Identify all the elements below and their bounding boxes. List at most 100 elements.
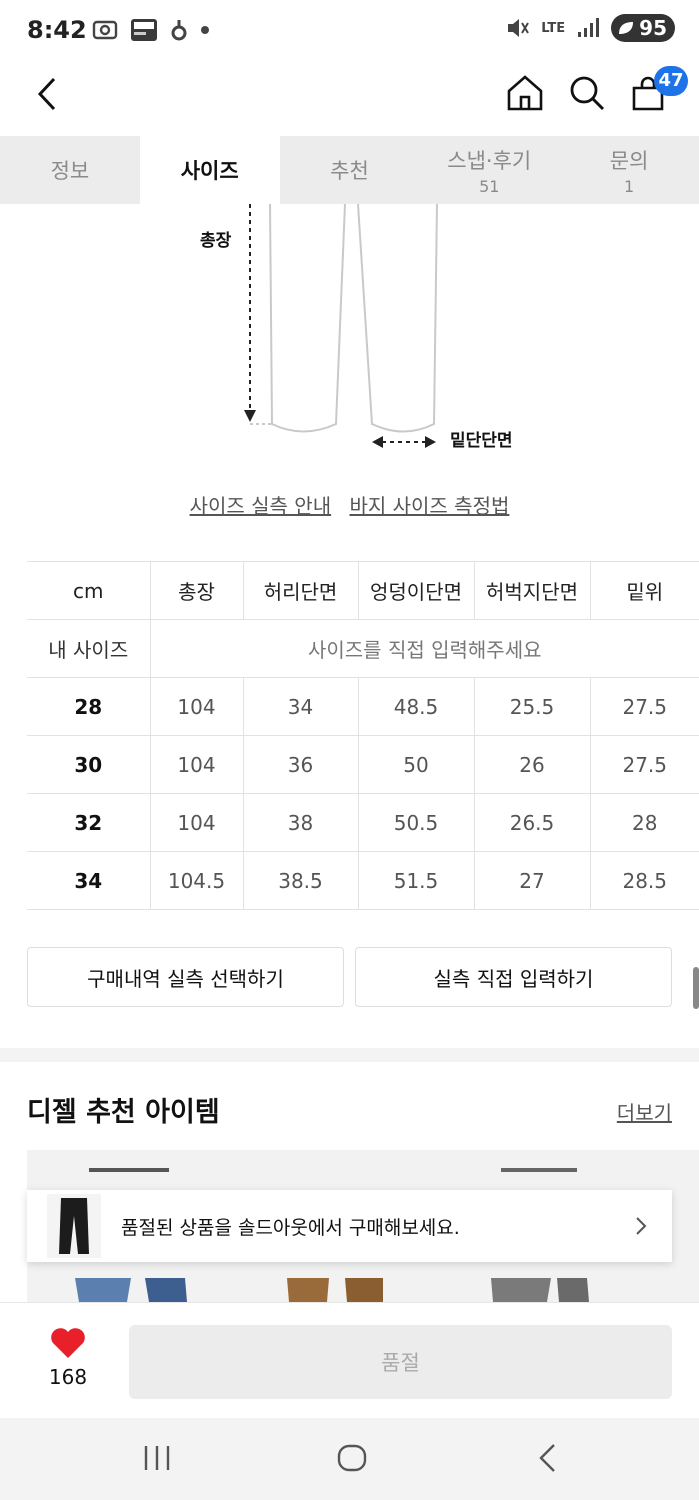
home-nav-icon — [337, 1444, 367, 1472]
tab-label: 스냅·후기 — [447, 148, 532, 173]
tab-count: 1 — [623, 176, 635, 196]
sync-icon — [171, 20, 187, 41]
section-divider — [0, 1048, 699, 1062]
value-cell: 38.5 — [243, 851, 359, 910]
network-type: LTE — [541, 20, 566, 36]
home-nav-button[interactable] — [336, 1442, 368, 1478]
signal-icon — [578, 18, 600, 37]
pants-thumbnail-icon — [47, 1194, 101, 1258]
status-left-icons — [92, 18, 210, 42]
recommend-more-link[interactable]: 더보기 — [617, 1097, 672, 1126]
my-size-label: 내 사이즈 — [27, 619, 151, 678]
table-row: 34 104.5 38.5 51.5 27 28.5 — [27, 851, 699, 910]
purchase-bar: 168 품절 — [0, 1302, 699, 1418]
recent-apps-button[interactable] — [142, 1442, 172, 1478]
screenshot-icon — [92, 20, 118, 40]
size-diagram: 총장 밑단단면 — [0, 204, 699, 474]
leaf-icon — [619, 22, 634, 34]
hem-label: 밑단단면 — [450, 431, 513, 451]
value-cell: 28.5 — [590, 851, 699, 910]
system-nav-bar — [0, 1418, 699, 1500]
value-cell: 104.5 — [150, 851, 244, 910]
measure-guide-link[interactable]: 바지 사이즈 측정법 — [349, 494, 509, 518]
value-cell: 51.5 — [358, 851, 475, 910]
tab-size[interactable]: 사이즈 — [139, 136, 280, 204]
back-icon — [37, 77, 56, 111]
table-header: cm — [27, 561, 151, 620]
back-nav-icon — [539, 1444, 555, 1472]
soldout-banner-text: 품절된 상품을 솔드아웃에서 구매해보세요. — [121, 1216, 460, 1239]
table-header: 엉덩이단면 — [358, 561, 475, 620]
value-cell: 34 — [243, 677, 359, 736]
tab-count: 51 — [479, 176, 500, 196]
purchase-history-measure-button[interactable]: 구매내역 실측 선택하기 — [27, 947, 344, 1007]
table-header-row: cm 총장 허리단면 엉덩이단면 허벅지단면 밑위 — [27, 561, 699, 620]
table-row: 30 104 36 50 26 27.5 — [27, 735, 699, 794]
app-notification-icon — [131, 19, 157, 41]
pants-diagram-illustration — [244, 204, 438, 448]
status-time: 8:42 — [27, 16, 87, 44]
status-right-icons: LTE 95 — [505, 14, 675, 42]
heart-icon — [51, 1328, 85, 1358]
value-cell: 26.5 — [474, 793, 591, 852]
table-header: 총장 — [150, 561, 244, 620]
app-header: 47 — [0, 62, 699, 136]
dot-icon — [201, 26, 209, 34]
tab-inquiry[interactable]: 문의 1 — [559, 136, 699, 204]
product-tabs: 정보 사이즈 추천 스냅·후기 51 문의 1 — [0, 136, 699, 204]
tab-snap-review[interactable]: 스냅·후기 51 — [419, 136, 559, 204]
my-size-row[interactable]: 내 사이즈 사이즈를 직접 입력해주세요 — [27, 619, 699, 678]
value-cell: 36 — [243, 735, 359, 794]
value-cell: 104 — [150, 677, 244, 736]
tab-info[interactable]: 정보 — [0, 136, 140, 204]
length-label: 총장 — [200, 231, 232, 251]
size-cell: 30 — [27, 735, 151, 794]
tab-label: 사이즈 — [180, 159, 239, 183]
like-count: 168 — [48, 1365, 88, 1389]
scrollbar-thumb[interactable] — [693, 967, 699, 1009]
value-cell: 28 — [590, 793, 699, 852]
table-header: 밑위 — [590, 561, 699, 620]
sold-out-button[interactable]: 품절 — [129, 1325, 672, 1399]
status-bar: 8:42 LTE 95 — [0, 0, 699, 62]
value-cell: 48.5 — [358, 677, 475, 736]
size-guide-links: 사이즈 실측 안내 바지 사이즈 측정법 — [0, 490, 699, 519]
value-cell: 26 — [474, 735, 591, 794]
value-cell: 38 — [243, 793, 359, 852]
table-header: 허리단면 — [243, 561, 359, 620]
tab-label: 문의 — [609, 148, 649, 173]
size-actions: 구매내역 실측 선택하기 실측 직접 입력하기 — [27, 947, 672, 1007]
my-size-input-prompt[interactable]: 사이즈를 직접 입력해주세요 — [150, 619, 699, 678]
cart-button[interactable]: 47 — [630, 66, 688, 116]
direct-measure-input-button[interactable]: 실측 직접 입력하기 — [355, 947, 672, 1007]
table-row: 32 104 38 50.5 26.5 28 — [27, 793, 699, 852]
back-nav-button[interactable] — [536, 1442, 560, 1478]
search-icon — [570, 76, 605, 111]
value-cell: 50 — [358, 735, 475, 794]
chevron-right-icon — [636, 1217, 647, 1235]
battery-indicator: 95 — [611, 14, 675, 42]
home-button[interactable] — [506, 74, 544, 116]
search-button[interactable] — [568, 74, 606, 116]
recent-apps-icon — [144, 1446, 170, 1470]
soldout-banner[interactable]: 품절된 상품을 솔드아웃에서 구매해보세요. — [27, 1190, 672, 1262]
mute-icon — [508, 19, 530, 37]
size-guide-link[interactable]: 사이즈 실측 안내 — [190, 494, 332, 518]
value-cell: 27.5 — [590, 677, 699, 736]
size-cell: 28 — [27, 677, 151, 736]
cart-count-badge: 47 — [654, 66, 688, 96]
value-cell: 50.5 — [358, 793, 475, 852]
value-cell: 104 — [150, 735, 244, 794]
size-cell: 32 — [27, 793, 151, 852]
tab-label: 정보 — [50, 159, 90, 183]
tab-recommend[interactable]: 추천 — [280, 136, 420, 204]
table-row: 28 104 34 48.5 25.5 27.5 — [27, 677, 699, 736]
value-cell: 27.5 — [590, 735, 699, 794]
tab-label: 추천 — [330, 159, 369, 183]
value-cell: 25.5 — [474, 677, 591, 736]
like-button[interactable]: 168 — [40, 1327, 96, 1389]
back-button[interactable] — [36, 76, 58, 116]
value-cell: 27 — [474, 851, 591, 910]
home-icon — [507, 75, 543, 111]
recommend-title: 디젤 추천 아이템 — [27, 1097, 220, 1128]
